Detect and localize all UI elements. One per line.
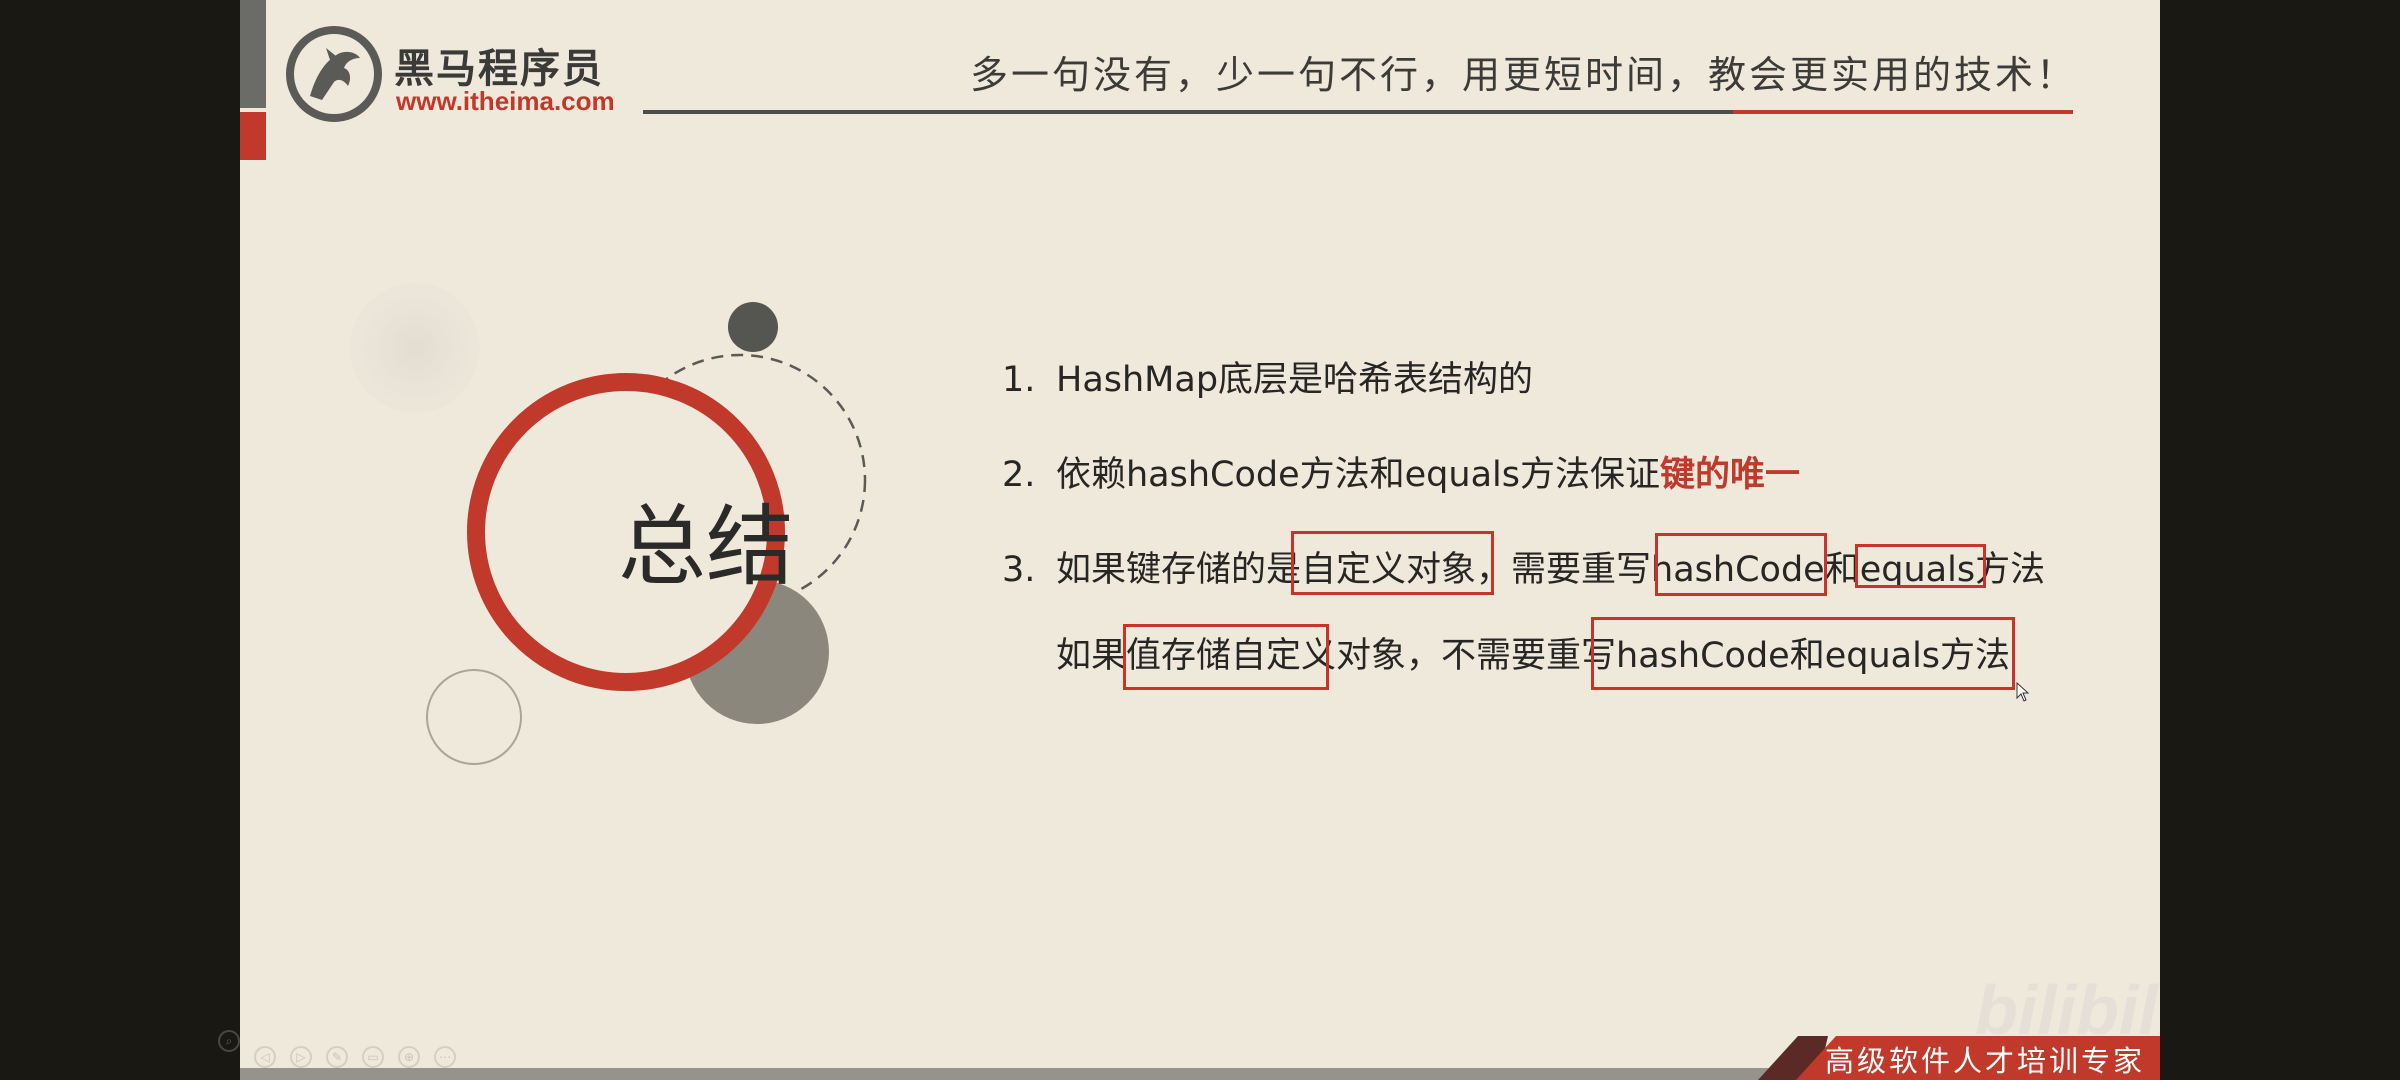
dark-dot: [728, 302, 778, 352]
search-icon[interactable]: ⌕: [218, 1030, 240, 1052]
annotation-box: [1591, 617, 2015, 690]
slide: 黑马程序员 www.itheima.com 多一句没有，少一句不行，用更短时间，…: [240, 0, 2160, 1080]
point-text: HashMap底层是哈希表结构的: [1056, 360, 1534, 400]
annotation-box: [1291, 531, 1494, 595]
footer-tagline: 高级软件人才培训专家: [1825, 1044, 2146, 1078]
slides-icon[interactable]: ▭: [362, 1046, 384, 1068]
point-text: ，需要重写: [1476, 550, 1652, 590]
annotation-box: [1655, 533, 1827, 596]
point-text: 如果: [1056, 636, 1127, 676]
annotation-box: [1123, 624, 1329, 690]
soft-circle: [350, 283, 480, 413]
more-icon[interactable]: ⋯: [434, 1046, 456, 1068]
point-text: 如果键存储的是: [1056, 550, 1302, 590]
pen-icon[interactable]: ✎: [326, 1046, 348, 1068]
point-number: 2.: [1002, 455, 1036, 495]
slide-title: 总结: [617, 495, 794, 598]
point-text: 依赖hashCode方法和equals方法保证: [1056, 455, 1660, 495]
point-text: ，不需要重写: [1406, 636, 1617, 676]
annotation-box: [1855, 544, 1986, 588]
zoom-icon[interactable]: ⊕: [398, 1046, 420, 1068]
mouse-cursor-icon: [2016, 682, 2030, 702]
decorative-circles: [350, 283, 867, 765]
point-emphasis: 键的唯一: [1660, 455, 1801, 495]
prev-icon[interactable]: ◁: [254, 1046, 276, 1068]
outline-circle: [426, 669, 522, 765]
play-icon[interactable]: ▷: [290, 1046, 312, 1068]
point-number: 3.: [1002, 550, 1036, 590]
point-number: 1.: [1002, 360, 1036, 400]
